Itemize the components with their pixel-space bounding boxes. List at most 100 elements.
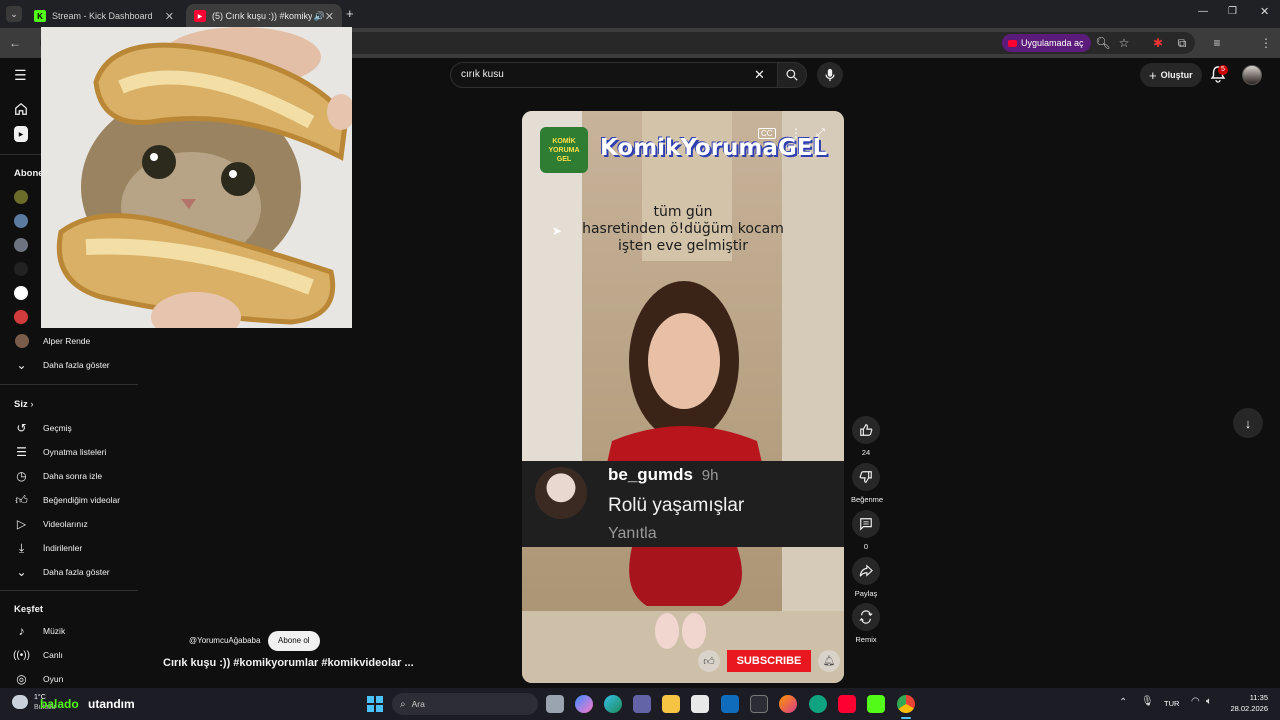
chatgpt-icon[interactable] bbox=[809, 695, 827, 713]
channel-handle[interactable]: @YorumcuAğababa bbox=[189, 636, 260, 645]
subscription-avatar[interactable] bbox=[14, 190, 28, 204]
subscription-label: Alper Rende bbox=[43, 336, 91, 346]
sidebar-item-downloads[interactable]: ⤓ İndirilenler bbox=[0, 537, 138, 559]
volume-tray-icon[interactable]: 🔈︎ bbox=[1206, 696, 1212, 707]
subscription-avatar[interactable] bbox=[14, 238, 28, 252]
sidebar-item-playlists[interactable]: ☰ Oynatma listeleri bbox=[0, 441, 138, 463]
video-frame bbox=[522, 111, 844, 683]
sidebar-item-label: Canlı bbox=[43, 650, 63, 660]
subscription-alper-rende[interactable]: Alper Rende bbox=[0, 330, 138, 352]
audio-playing-icon[interactable]: 🔊 bbox=[314, 11, 325, 22]
sidebar-item-gaming[interactable]: ◎ Oyun bbox=[0, 668, 138, 690]
subscription-avatar[interactable] bbox=[14, 310, 28, 324]
wifi-icon[interactable]: ◠ bbox=[1191, 696, 1200, 707]
copilot-icon[interactable] bbox=[575, 695, 593, 713]
kick-app-icon[interactable] bbox=[867, 695, 885, 713]
shorts-icon[interactable]: ▶ bbox=[14, 126, 28, 142]
sidebar-item-liked-videos[interactable]: 👍︎ Beğendiğim videolar bbox=[0, 489, 138, 511]
remix-action[interactable]: Remix bbox=[851, 603, 881, 644]
microphone-icon bbox=[825, 68, 835, 82]
share-action[interactable]: Paylaş bbox=[851, 557, 881, 598]
outlook-icon[interactable] bbox=[721, 695, 739, 713]
clock-icon: ◷ bbox=[16, 469, 27, 483]
sidebar-item-your-videos[interactable]: ▷ Videolarınız bbox=[0, 513, 138, 535]
playlists-icon: ☰ bbox=[16, 445, 27, 459]
microphone-tray-icon[interactable]: 🎙︎ bbox=[1141, 696, 1154, 707]
bookmark-star-icon[interactable]: ☆ bbox=[1116, 35, 1132, 51]
channel-avatar bbox=[14, 334, 29, 348]
like-action[interactable]: 24 bbox=[851, 416, 881, 457]
sidebar-item-live[interactable]: ((•)) Canlı bbox=[0, 644, 138, 666]
sidebar-item-label: Oyun bbox=[43, 674, 64, 684]
hamburger-menu-icon[interactable]: ☰ bbox=[14, 67, 27, 84]
home-icon[interactable] bbox=[14, 102, 28, 121]
subscription-avatar[interactable] bbox=[14, 286, 28, 300]
clock-time[interactable]: 11:35 bbox=[1228, 693, 1268, 702]
close-tab-icon[interactable]: ✕ bbox=[165, 10, 174, 23]
tab-search-button[interactable]: ⌄ bbox=[6, 6, 22, 22]
firefox-icon[interactable] bbox=[779, 695, 797, 713]
weather-icon[interactable] bbox=[12, 695, 28, 709]
edge-icon[interactable] bbox=[604, 695, 622, 713]
taskbar-search-input[interactable]: ⌕ Ara bbox=[392, 693, 538, 715]
zoom-icon[interactable]: 🔍︎ bbox=[1095, 35, 1111, 51]
windows-start-icon[interactable] bbox=[367, 696, 383, 712]
thumbs-up-icon bbox=[860, 424, 873, 436]
task-view-icon[interactable] bbox=[546, 695, 564, 713]
subscriptions-title[interactable]: Abone bbox=[14, 168, 44, 179]
create-button[interactable]: + Oluştur bbox=[1140, 63, 1202, 87]
sidebar-item-label: Daha sonra izle bbox=[43, 471, 103, 481]
search-input[interactable]: cırık kusu bbox=[450, 62, 778, 88]
shorts-video-player[interactable]: ❚❚ 🔊︎ KOMİK YORUMA GEL KomikYorumaGEL CC… bbox=[522, 111, 844, 683]
close-window-icon[interactable]: ✕ bbox=[1260, 5, 1269, 18]
app-icon[interactable] bbox=[750, 695, 768, 713]
captions-icon[interactable]: CC bbox=[758, 128, 776, 139]
tray-overflow-icon[interactable]: ⌃ bbox=[1119, 697, 1127, 708]
account-avatar[interactable] bbox=[1242, 65, 1262, 85]
clear-search-icon[interactable]: ✕ bbox=[754, 67, 765, 83]
chevron-down-icon: ⌄ bbox=[16, 358, 27, 372]
comment-count: 0 bbox=[863, 542, 869, 551]
teams-icon[interactable] bbox=[633, 695, 651, 713]
extensions-puzzle-icon[interactable]: ⧉ bbox=[1174, 35, 1190, 51]
tab-youtube-short[interactable]: ▶ (5) Cırık kuşu :)) #komikyor 🔊 ✕ bbox=[186, 4, 342, 28]
back-arrow-icon[interactable]: ← bbox=[7, 35, 23, 51]
subscription-avatar[interactable] bbox=[14, 214, 28, 228]
you-section-title[interactable]: Siz › bbox=[14, 399, 34, 410]
extension-red-icon[interactable]: ✱ bbox=[1150, 35, 1166, 51]
youtube-favicon-icon: ▶ bbox=[194, 10, 206, 22]
file-explorer-icon[interactable] bbox=[662, 695, 680, 713]
new-tab-button[interactable]: + bbox=[346, 6, 354, 21]
create-label: Oluştur bbox=[1160, 70, 1193, 80]
search-button[interactable] bbox=[777, 62, 807, 88]
close-tab-icon[interactable]: ✕ bbox=[325, 10, 334, 23]
store-icon[interactable] bbox=[691, 695, 709, 713]
dislike-action[interactable]: Beğenme bbox=[851, 463, 883, 504]
show-more-subscriptions[interactable]: ⌄ Daha fazla göster bbox=[0, 354, 138, 376]
subscribe-button[interactable]: Abone ol bbox=[268, 631, 320, 651]
clock-date[interactable]: 28.02.2026 bbox=[1218, 704, 1268, 713]
subscription-avatar[interactable] bbox=[14, 262, 28, 276]
browser-menu-icon[interactable]: ⋮ bbox=[1258, 35, 1274, 51]
fullscreen-icon[interactable]: ⤢ bbox=[816, 127, 825, 140]
tab-kick-dashboard[interactable]: K Stream - Kick Dashboard ✕ bbox=[26, 4, 182, 28]
comments-action[interactable]: 0 bbox=[851, 510, 881, 551]
voice-search-button[interactable] bbox=[817, 62, 843, 88]
chrome-icon[interactable] bbox=[897, 695, 915, 713]
minimize-window-icon[interactable]: — bbox=[1198, 6, 1208, 17]
sidebar-item-show-more[interactable]: ⌄ Daha fazla göster bbox=[0, 561, 138, 583]
youtube-app-icon[interactable] bbox=[838, 695, 856, 713]
more-options-icon[interactable]: ⋮ bbox=[790, 126, 802, 140]
language-indicator[interactable]: TUR bbox=[1164, 699, 1179, 708]
next-short-button[interactable]: ↓ bbox=[1233, 408, 1263, 438]
media-controls-icon[interactable]: ≡ bbox=[1209, 35, 1225, 51]
music-note-icon: ♪ bbox=[18, 624, 25, 638]
sidebar-item-history[interactable]: ↺ Geçmiş bbox=[0, 417, 138, 439]
sidebar-item-watch-later[interactable]: ◷ Daha sonra izle bbox=[0, 465, 138, 487]
open-in-app-button[interactable]: Uygulamada aç bbox=[1002, 34, 1091, 52]
history-icon: ↺ bbox=[16, 421, 27, 435]
short-title[interactable]: Cırık kuşu :)) #komikyorumlar #komikvide… bbox=[163, 657, 414, 669]
restore-window-icon[interactable]: ❐ bbox=[1228, 6, 1237, 17]
sidebar-divider bbox=[0, 384, 138, 385]
sidebar-item-music[interactable]: ♪ Müzik bbox=[0, 620, 138, 642]
